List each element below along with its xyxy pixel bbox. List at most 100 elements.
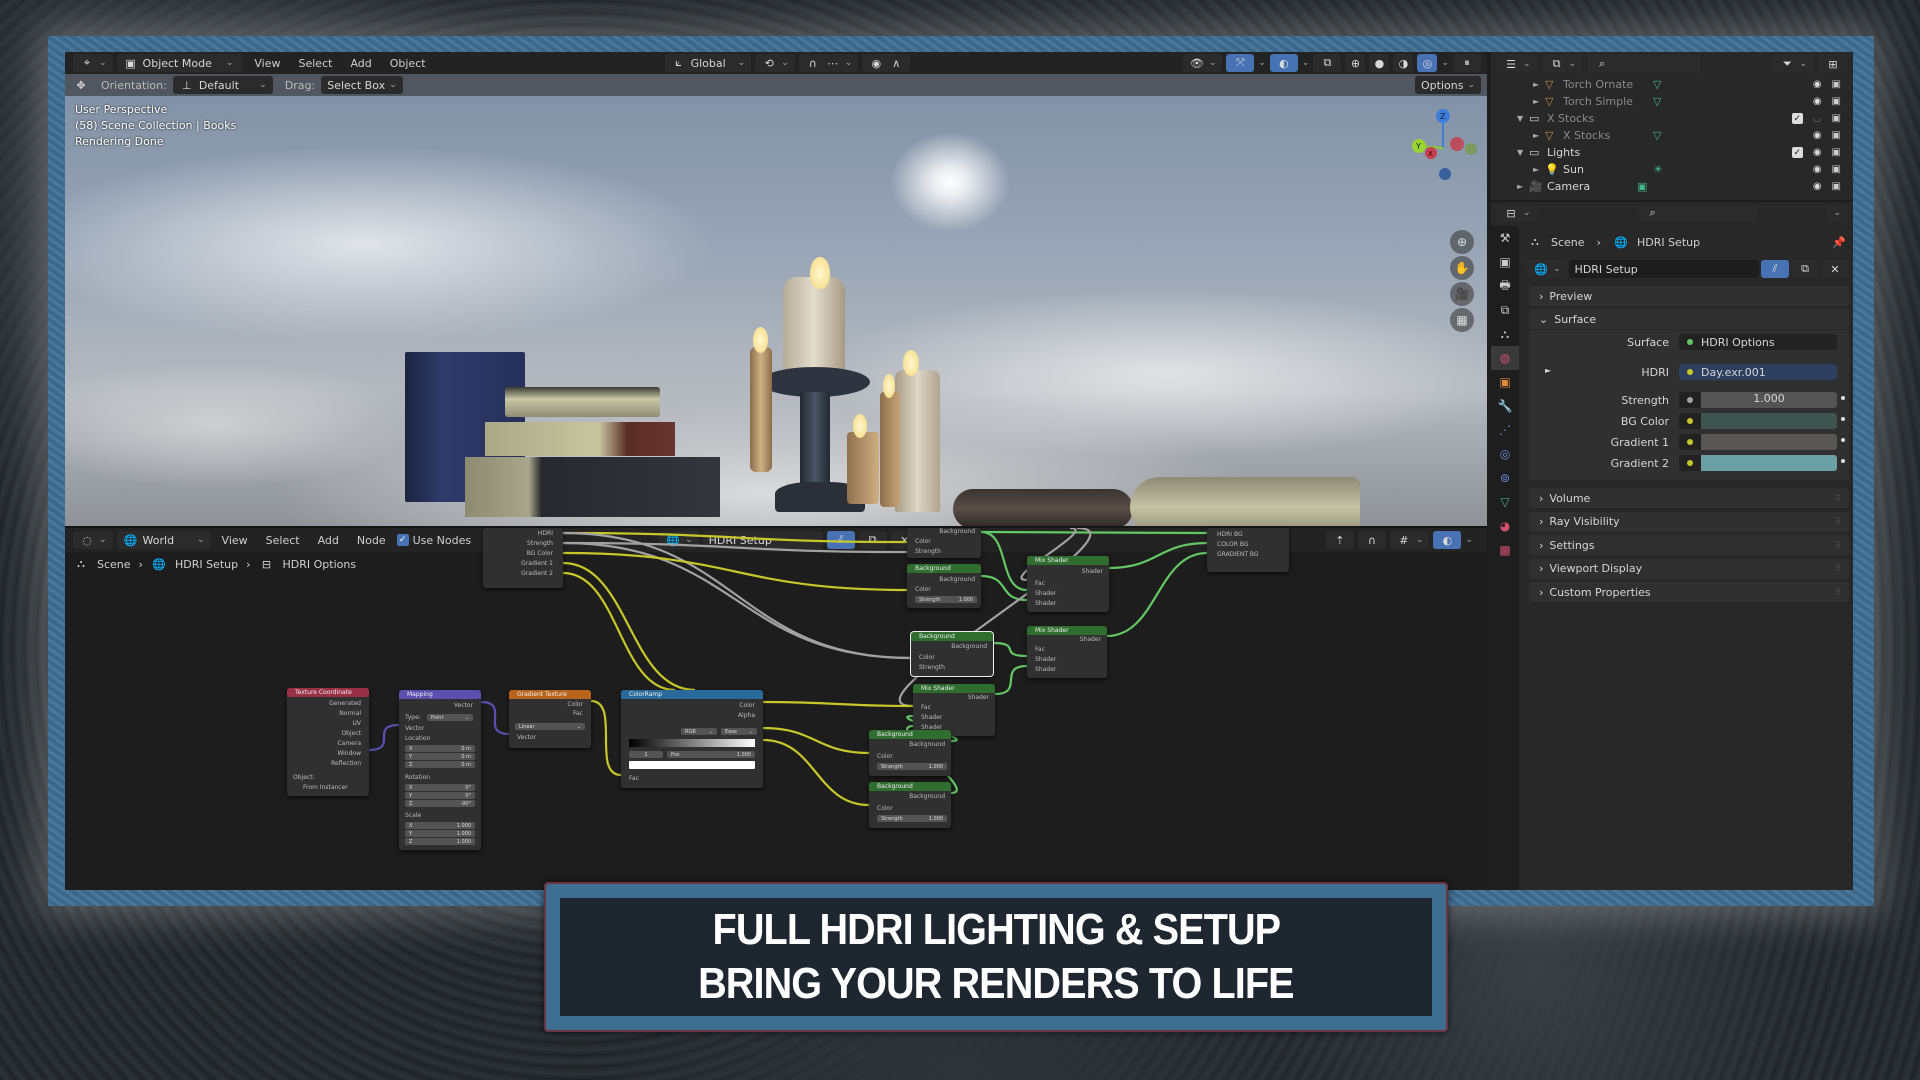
tab-material[interactable]: ◕: [1491, 514, 1519, 538]
mesh-data-icon[interactable]: ▽: [1653, 95, 1661, 108]
rotation-y-field[interactable]: Y 0°: [405, 792, 475, 799]
group-input-node[interactable]: HDRI Strength BG Color Gradient 1 Gradie…: [483, 528, 563, 588]
world-name-field[interactable]: HDRI Setup: [702, 531, 823, 549]
overlay-dropdown[interactable]: ⌄: [1465, 535, 1473, 545]
mesh-data-icon[interactable]: ▽: [1653, 78, 1661, 91]
background-node-selected[interactable]: Background Background Color Strength: [910, 631, 994, 677]
drag-handle-icon[interactable]: ⠿: [1835, 494, 1841, 503]
pause-render-button[interactable]: ⏸: [1453, 54, 1481, 72]
mesh-data-icon[interactable]: ▽: [1653, 129, 1661, 142]
tab-modifier[interactable]: 🔧: [1491, 394, 1519, 418]
color-swatch[interactable]: [1701, 455, 1837, 471]
gradient-type-dropdown[interactable]: Linear ⌄: [515, 723, 585, 730]
drag-handle-icon[interactable]: ⠿: [1835, 541, 1841, 550]
input-value-field[interactable]: Day.exr.001: [1679, 364, 1837, 380]
location-z-field[interactable]: Z0 m: [405, 761, 475, 768]
disclosure-closed-icon[interactable]: ►: [1533, 97, 1545, 106]
tab-world[interactable]: ◍: [1491, 346, 1519, 370]
background-node-color[interactable]: Background Background Color Strength 1.00…: [907, 564, 981, 608]
fake-user-button[interactable]: ⫽: [1761, 260, 1789, 278]
background-node-gradient2[interactable]: Background Background Color Strength 1.00…: [869, 782, 951, 828]
tab-physics[interactable]: ◎: [1491, 442, 1519, 466]
xray-toggle[interactable]: ⧉: [1313, 54, 1342, 72]
properties-options-dropdown[interactable]: ⌄: [1827, 204, 1847, 222]
camera-render-icon[interactable]: ▣: [1832, 164, 1841, 175]
exclude-checkbox[interactable]: ✓: [1791, 147, 1803, 158]
snap-toggle[interactable]: ∩: [1357, 531, 1386, 549]
panel-ray-visibility[interactable]: › Ray Visibility ⠿: [1529, 511, 1849, 532]
mix-shader-node-top[interactable]: Mix Shader Shader Fac Shader Shader: [1027, 556, 1109, 612]
color-swatch[interactable]: [1701, 413, 1837, 429]
eye-icon[interactable]: ◉: [1813, 164, 1822, 175]
snap-toggle[interactable]: ∩ ⋯ ⌄: [798, 54, 859, 72]
mix-shader-node-low[interactable]: Mix Shader Shader Fac Shader Shader: [913, 684, 995, 736]
tab-data[interactable]: ▽: [1491, 490, 1519, 514]
panel-volume[interactable]: › Volume ⠿: [1529, 488, 1849, 508]
keyframe-dot-icon[interactable]: [1841, 417, 1845, 421]
strength-field[interactable]: Strength 1.000: [877, 815, 947, 822]
panel-surface[interactable]: ⌄ Surface: [1529, 309, 1849, 329]
mode-dropdown[interactable]: ▣ Object Mode ⌄: [116, 54, 244, 72]
rotation-x-field[interactable]: X 0°: [405, 784, 475, 791]
menu-select[interactable]: Select: [292, 57, 340, 70]
mapping-node[interactable]: Mapping Vector Type: Point ⌄ Vector Locat…: [399, 690, 481, 850]
camera-data-icon[interactable]: ▣: [1637, 180, 1647, 193]
colorramp-node[interactable]: ColorRamp Color Alpha RGB ⌄ Ease ⌄ 1 Pos 1.…: [621, 690, 763, 788]
camera-view-button[interactable]: 🎥: [1450, 282, 1474, 306]
stop-pos-field[interactable]: Pos 1.000: [667, 751, 755, 758]
eye-icon[interactable]: ◉: [1813, 79, 1822, 90]
shader-node-editor[interactable]: ◌ ⌄ 🌐 World ⌄ View Select Add Node ✓ Use Nod…: [65, 526, 1487, 890]
mix-shader-node-mid[interactable]: Mix Shader Shader Fac Shader Shader: [1027, 626, 1107, 678]
outliner-item[interactable]: ► 💡 Sun ☀ ◉ ▣: [1491, 161, 1853, 178]
tab-particles[interactable]: ⋰: [1491, 418, 1519, 442]
duplicate-world-button[interactable]: ⧉: [1791, 260, 1819, 278]
shader-type-dropdown[interactable]: 🌐 World ⌄: [116, 531, 211, 549]
new-collection-button[interactable]: ⊞: [1819, 55, 1847, 73]
disclosure-closed-icon[interactable]: ►: [1517, 182, 1529, 191]
stop-color-swatch[interactable]: [629, 761, 755, 769]
location-x-field[interactable]: X0 m: [405, 745, 475, 752]
strength-field[interactable]: Strength 1.000: [915, 596, 977, 603]
menu-node[interactable]: Node: [350, 534, 393, 547]
location-y-field[interactable]: Y0 m: [405, 753, 475, 760]
color-swatch[interactable]: [1701, 434, 1837, 450]
tab-texture[interactable]: ▩: [1491, 538, 1519, 562]
overlay-toggle[interactable]: ◐: [1433, 531, 1462, 549]
ortho-toggle-button[interactable]: ▦: [1450, 308, 1474, 332]
exclude-checkbox[interactable]: ✓: [1791, 113, 1803, 124]
camera-render-icon[interactable]: ▣: [1832, 147, 1841, 158]
keyframe-dot-icon[interactable]: [1841, 396, 1845, 400]
use-nodes-checkbox[interactable]: ✓ Use Nodes: [396, 534, 471, 547]
camera-render-icon[interactable]: ▣: [1832, 96, 1841, 107]
menu-add[interactable]: Add: [343, 57, 378, 70]
tab-scene[interactable]: ⛬: [1491, 322, 1519, 346]
outliner-item[interactable]: ▼ ▭ X Stocks ✓ ◡ ▣: [1491, 110, 1853, 127]
pan-button[interactable]: ✋: [1450, 256, 1474, 280]
strength-field[interactable]: Strength 1.000: [877, 763, 947, 770]
scale-y-field[interactable]: Y 1.000: [405, 830, 475, 837]
shading-dropdown[interactable]: ⌄: [1441, 58, 1449, 68]
shading-rendered[interactable]: ◎: [1417, 54, 1438, 72]
options-dropdown[interactable]: Options ⌄: [1415, 76, 1481, 94]
background-node-gradient1[interactable]: Background Background Color Strength 1.00…: [869, 730, 951, 776]
visibility-dropdown[interactable]: 👁 ⌄: [1182, 54, 1223, 72]
snap-mode-dropdown[interactable]: # ⌄: [1389, 531, 1430, 549]
camera-render-icon[interactable]: ▣: [1832, 113, 1841, 124]
tab-render[interactable]: ▣: [1491, 250, 1519, 274]
drag-handle-icon[interactable]: ⠿: [1835, 564, 1841, 573]
disclosure-closed-icon[interactable]: ►: [1533, 80, 1545, 89]
properties-editor[interactable]: ⊟ ⌄ ⌕ ⌄ ⚒ ▣ 🖶 ⧉ ⛬ ◍ ▣ 🔧 ⋰ ◎ ⊚ ▽ ◕ ▩ ⛬ Scene › 🌐 HDRI Set…: [1491, 202, 1853, 890]
eye-closed-icon[interactable]: ◡: [1813, 113, 1822, 124]
pin-icon[interactable]: 📌: [1831, 234, 1847, 250]
background-node-hdri[interactable]: Background Color Strength: [907, 528, 981, 558]
pivot-point-dropdown[interactable]: ⟲ ⌄: [755, 54, 795, 72]
tab-output[interactable]: 🖶: [1491, 274, 1519, 298]
outliner[interactable]: ☰ ⌄ ⧉ ⌄ ⌕ ⏷ ⌄ ⊞ ► ▽ Torch Ornate ▽ ◉ ▣ ► ▽ Torc…: [1491, 52, 1853, 200]
properties-search[interactable]: ⌕: [1638, 204, 1757, 222]
tab-object[interactable]: ▣: [1491, 370, 1519, 394]
fake-user-button[interactable]: ⫽: [826, 531, 855, 549]
display-mode-dropdown[interactable]: ☰ ⌄: [1497, 55, 1537, 73]
overlay-toggle[interactable]: ◐: [1269, 54, 1298, 72]
menu-object[interactable]: Object: [383, 57, 433, 70]
stop-index-field[interactable]: 1: [629, 751, 663, 758]
